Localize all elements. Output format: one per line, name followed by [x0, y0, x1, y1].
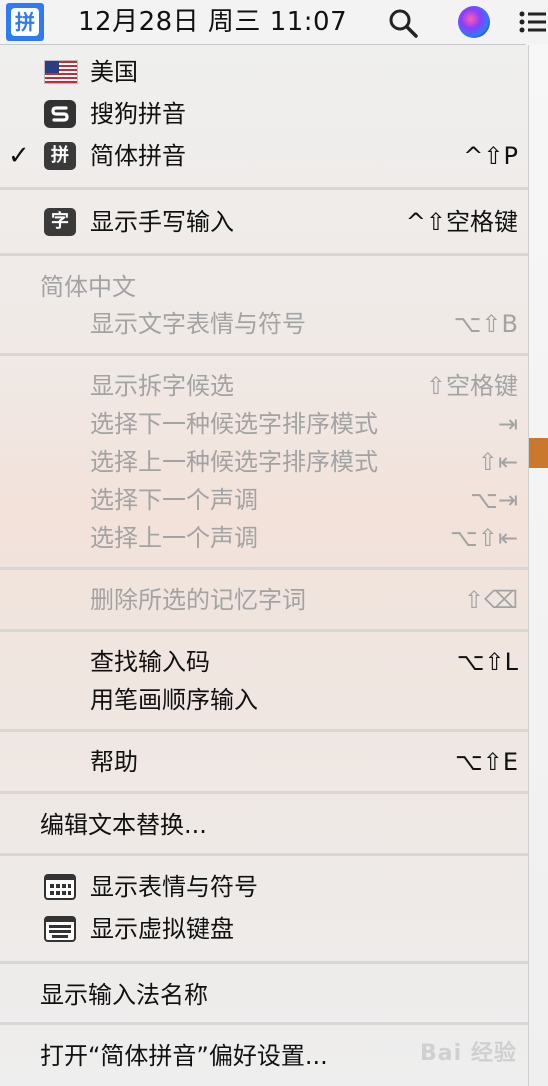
pinyin-icon: 拼 — [44, 142, 76, 170]
menu-item-lookup-code[interactable]: 查找输入码 ⌥⇧L — [0, 643, 528, 681]
menu-item-next-tone: 选择下一个声调 ⌥⇥ — [0, 481, 528, 519]
shortcut-text: ⌥⇥ — [470, 486, 518, 514]
menu-item-stroke-input[interactable]: 用笔画顺序输入 — [0, 681, 528, 719]
menu-item-next-sort-mode: 选择下一种候选字排序模式 ⇥ — [0, 405, 528, 443]
menu-item-sogou[interactable]: 搜狗拼音 — [0, 95, 528, 133]
menu-separator — [0, 791, 528, 794]
keyboard-viewer-icon — [44, 916, 76, 942]
menu-separator — [0, 353, 528, 356]
menu-separator — [0, 729, 528, 732]
menu-item-split-candidates: 显示拆字候选 ⇧空格键 — [0, 367, 528, 405]
menu-item-delete-memory: 删除所选的记忆字词 ⇧⌫ — [0, 581, 528, 619]
notification-list-icon[interactable] — [518, 10, 546, 34]
menu-item-label: 编辑文本替换... — [40, 811, 207, 839]
menu-item-label: 搜狗拼音 — [90, 100, 186, 128]
menu-item-help[interactable]: 帮助 ⌥⇧E — [0, 743, 528, 781]
menu-item-simplified-pinyin[interactable]: ✓ 拼 简体拼音 ^⇧P — [0, 137, 528, 175]
menu-item-label: 显示表情与符号 — [90, 873, 258, 901]
shortcut-text: ⌥⇧⇤ — [450, 524, 518, 552]
shortcut-text: ^⇧空格键 — [405, 208, 518, 236]
input-source-menu: 美国 搜狗拼音 ✓ 拼 简体拼音 ^⇧P 字 显示手写输入 ^⇧空格键 简体中文… — [0, 45, 529, 1086]
shortcut-text: ^⇧P — [463, 142, 518, 170]
shortcut-text: ⇧⌫ — [463, 586, 518, 614]
shortcut-text: ⌥⇧B — [453, 310, 518, 338]
search-icon[interactable] — [386, 6, 420, 40]
shortcut-text: ⌥⇧E — [455, 748, 518, 776]
menu-item-label: 显示文字表情与符号 — [90, 310, 306, 338]
menu-item-us[interactable]: 美国 — [0, 53, 528, 91]
siri-icon[interactable] — [458, 6, 490, 38]
menu-item-label: 选择下一个声调 — [90, 486, 258, 514]
menu-item-label: 帮助 — [90, 748, 138, 776]
menu-separator — [0, 629, 528, 632]
shortcut-text: ⇥ — [497, 410, 518, 438]
menu-item-label: 显示虚拟键盘 — [90, 915, 234, 943]
menu-separator — [0, 567, 528, 570]
menu-separator — [0, 961, 528, 964]
baidu-watermark: Bai 经验 — [420, 1041, 517, 1066]
menu-bar: 拼 12月28日 周三 11:07 — [0, 0, 548, 45]
menu-item-label: 显示输入法名称 — [40, 981, 208, 1009]
menu-item-show-ime-name[interactable]: 显示输入法名称 — [0, 976, 528, 1014]
menu-item-label: 美国 — [90, 58, 138, 86]
menu-item-emoji-symbols-disabled: 显示文字表情与符号 ⌥⇧B — [0, 305, 528, 343]
menu-item-label: 打开“简体拼音”偏好设置... — [40, 1042, 328, 1070]
menu-item-label: 删除所选的记忆字词 — [90, 586, 306, 614]
shortcut-text: ⇧⇤ — [477, 448, 518, 476]
menu-item-label: 选择下一种候选字排序模式 — [90, 410, 378, 438]
menu-item-label: 显示拆字候选 — [90, 372, 234, 400]
menu-item-show-keyboard[interactable]: 显示虚拟键盘 — [0, 910, 528, 948]
section-header: 简体中文 — [40, 273, 136, 301]
menu-item-prev-sort-mode: 选择上一种候选字排序模式 ⇧⇤ — [0, 443, 528, 481]
menu-item-label: 查找输入码 — [90, 648, 210, 676]
menu-separator — [0, 253, 528, 256]
menu-item-handwriting[interactable]: 字 显示手写输入 ^⇧空格键 — [0, 203, 528, 241]
menu-item-label: 用笔画顺序输入 — [90, 686, 258, 714]
menu-item-label: 选择上一种候选字排序模式 — [90, 448, 378, 476]
menu-item-label: 选择上一个声调 — [90, 524, 258, 552]
shortcut-text: ⇧空格键 — [425, 372, 518, 400]
menu-item-edit-replacements[interactable]: 编辑文本替换... — [0, 806, 528, 844]
checkmark-icon: ✓ — [8, 141, 30, 171]
us-flag-icon — [44, 60, 78, 84]
background-window-accent — [526, 438, 548, 468]
menubar-clock[interactable]: 12月28日 周三 11:07 — [78, 0, 347, 44]
shortcut-text: ⌥⇧L — [456, 648, 518, 676]
menu-separator — [0, 1022, 528, 1025]
menu-item-label: 显示手写输入 — [90, 208, 234, 236]
menu-item-show-emoji[interactable]: 显示表情与符号 — [0, 868, 528, 906]
menu-separator — [0, 187, 528, 190]
input-source-menu-icon[interactable]: 拼 — [6, 3, 44, 41]
menu-separator — [0, 853, 528, 856]
menu-item-prev-tone: 选择上一个声调 ⌥⇧⇤ — [0, 519, 528, 557]
menu-item-label: 简体拼音 — [90, 142, 186, 170]
emoji-viewer-icon — [44, 874, 76, 900]
pinyin-glyph: 拼 — [11, 8, 39, 36]
sogou-icon — [44, 100, 76, 128]
handwriting-icon: 字 — [44, 208, 76, 236]
